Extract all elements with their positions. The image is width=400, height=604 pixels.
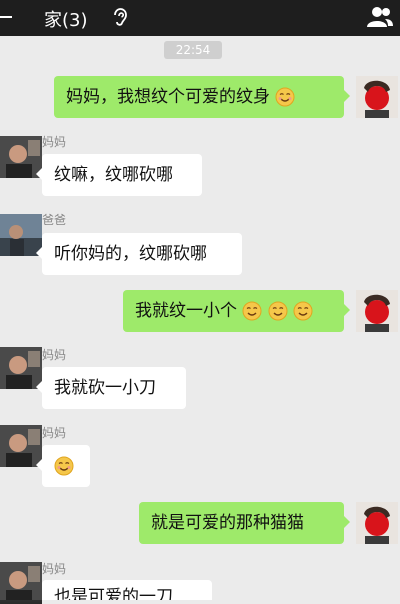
avatar-photo [0, 562, 42, 600]
message-text: 就是可爱的那种猫猫 [151, 513, 304, 533]
sender-name: 妈妈 [42, 135, 67, 149]
sender-name: 妈妈 [42, 562, 67, 576]
sender-name: 爸爸 [42, 213, 67, 227]
mom-avatar[interactable] [0, 562, 42, 604]
message-text: 也是可爱的一刀 [54, 587, 173, 600]
my-avatar[interactable] [356, 290, 398, 332]
avatar-photo [356, 502, 398, 544]
group-icon[interactable] [366, 5, 394, 29]
message-bubble-2[interactable]: 纹嘛，纹哪砍哪 [36, 154, 202, 196]
message-bubble-7[interactable]: 就是可爱的那种猫猫 [139, 502, 350, 544]
message-text: 纹嘛，纹哪砍哪 [54, 165, 173, 185]
my-avatar[interactable] [356, 502, 398, 544]
sender-name: 妈妈 [42, 348, 67, 362]
message-text: 听你妈的，纹哪砍哪 [54, 244, 207, 264]
message-text: 我就纹一小个 [135, 301, 237, 321]
chat-title: 家(3) [44, 10, 88, 31]
message-bubble-8[interactable]: 也是可爱的一刀 [42, 580, 212, 600]
back-arrow-icon[interactable] [0, 16, 12, 18]
smile-emoji-icon [275, 87, 295, 107]
avatar-photo [356, 76, 398, 118]
message-bubble-4[interactable]: 我就纹一小个 [123, 290, 350, 332]
smile-emoji-icon [268, 301, 288, 321]
message-bubble-3[interactable]: 听你妈的，纹哪砍哪 [36, 233, 242, 275]
smile-emoji-icon [242, 301, 262, 321]
chat-header: 家(3) [0, 0, 400, 36]
message-bubble-6[interactable] [36, 445, 90, 487]
message-bubble-1[interactable]: 妈妈，我想纹个可爱的纹身 [54, 76, 350, 118]
ear-icon[interactable] [110, 6, 132, 28]
my-avatar[interactable] [356, 76, 398, 118]
timestamp: 22:54 [164, 41, 222, 59]
smile-emoji-icon [293, 301, 313, 321]
message-text: 我就砍一小刀 [54, 378, 156, 398]
message-text: 妈妈，我想纹个可爱的纹身 [66, 87, 270, 107]
sender-name: 妈妈 [42, 426, 67, 440]
smile-emoji-icon [54, 456, 74, 476]
message-bubble-5[interactable]: 我就砍一小刀 [36, 367, 186, 409]
avatar-photo [356, 290, 398, 332]
